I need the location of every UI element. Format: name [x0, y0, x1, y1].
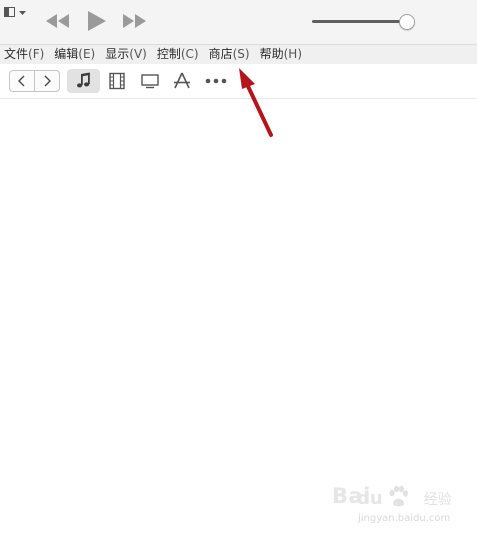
history-nav: [9, 70, 60, 92]
annotation-arrow-icon: [239, 68, 273, 137]
watermark-url: jingyan.baidu.com: [358, 513, 451, 524]
media-tv-button[interactable]: [138, 69, 162, 93]
menu-help-label: 帮助: [259, 47, 284, 61]
menu-edit-label: 编辑: [54, 47, 79, 61]
tv-icon: [141, 74, 159, 89]
menu-file-mnemonic: (F): [28, 47, 45, 61]
menu-edit[interactable]: 编辑(E): [49, 45, 100, 64]
forward-button[interactable]: [34, 71, 59, 91]
watermark-brand-suffix: du: [357, 488, 383, 509]
baidu-watermark: Bai du 经验 jingyan.baidu.com: [330, 484, 460, 528]
main-content: [0, 99, 477, 539]
fast-forward-icon: [123, 14, 146, 28]
play-icon: [88, 11, 106, 31]
menu-controls-mnemonic: (C): [180, 47, 199, 61]
menu-view-label: 显示: [105, 47, 130, 61]
chevron-right-icon: [44, 75, 51, 87]
window-menu-button[interactable]: [3, 4, 29, 18]
titlebar: [0, 0, 477, 45]
media-more-button[interactable]: [203, 69, 229, 93]
app-store-icon: [174, 72, 190, 89]
play-button[interactable]: [84, 10, 108, 32]
media-music-button[interactable]: [67, 69, 100, 93]
menu-controls[interactable]: 控制(C): [152, 45, 204, 64]
volume-slider[interactable]: [312, 12, 416, 32]
menu-store-mnemonic: (S): [232, 47, 250, 61]
menu-help-mnemonic: (H): [283, 47, 303, 61]
watermark-cn: du 经验: [357, 488, 470, 509]
rewind-button[interactable]: [44, 10, 72, 32]
menu-file[interactable]: 文件(F): [0, 45, 49, 64]
window-menu-icon: [4, 7, 26, 17]
music-note-icon: [76, 72, 90, 88]
more-icon: [205, 78, 227, 84]
menu-store-label: 商店: [208, 47, 233, 61]
fast-forward-button[interactable]: [120, 10, 148, 32]
media-apps-button[interactable]: [171, 69, 193, 93]
watermark-cn-text: 经验: [423, 492, 452, 508]
back-button[interactable]: [10, 71, 34, 91]
menu-view-mnemonic: (V): [129, 47, 147, 61]
rewind-icon: [46, 14, 69, 28]
media-movies-button[interactable]: [106, 69, 128, 93]
menu-file-label: 文件: [4, 47, 29, 61]
menu-controls-label: 控制: [156, 47, 181, 61]
menu-edit-mnemonic: (E): [78, 47, 96, 61]
volume-track: [312, 20, 404, 23]
film-icon: [109, 72, 125, 90]
paw-logo-icon: [389, 485, 409, 507]
volume-knob[interactable]: [399, 14, 415, 30]
menu-view[interactable]: 显示(V): [100, 45, 152, 64]
chevron-left-icon: [18, 75, 25, 87]
